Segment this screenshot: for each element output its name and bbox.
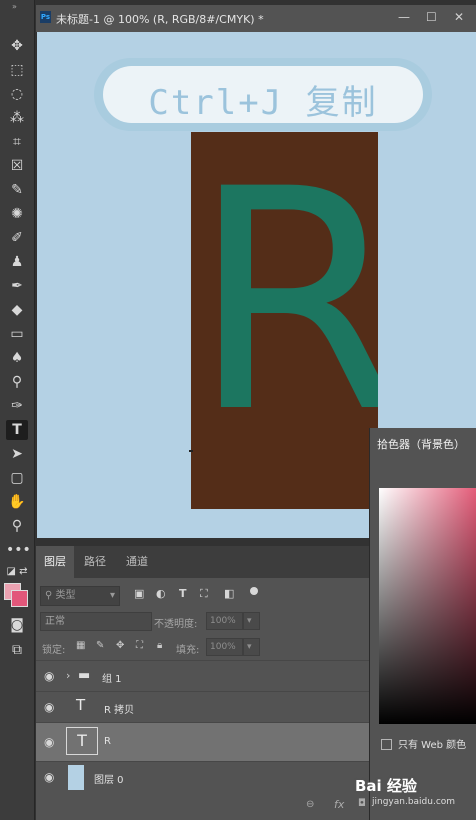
dialog-title: 拾色器（背景色） — [377, 438, 465, 451]
fill-dropdown-icon[interactable]: ▾ — [243, 638, 260, 656]
healing-brush-tool-icon[interactable]: ✺ — [6, 204, 28, 224]
document-tab-title[interactable]: 未标题-1 @ 100% (R, RGB/8#/CMYK) * — [56, 11, 264, 27]
text-cursor — [189, 450, 193, 452]
color-field[interactable] — [379, 488, 476, 724]
filter-shape-icon[interactable]: ⛶ — [200, 587, 208, 601]
brown-rectangle: R — [191, 132, 378, 509]
collapse-toolbar-icon[interactable]: » — [12, 2, 17, 11]
web-colors-checkbox[interactable] — [381, 739, 392, 750]
quick-mask-icon[interactable]: ◙ — [6, 615, 28, 635]
eye-icon[interactable]: ◉ — [44, 700, 54, 714]
banner-text: Ctrl+J 复制 — [148, 83, 378, 123]
eye-icon[interactable]: ◉ — [44, 735, 54, 749]
close-icon[interactable]: ✕ — [454, 10, 464, 24]
layer-thumbnail — [68, 765, 84, 790]
tab-paths[interactable]: 路径 — [76, 546, 114, 578]
brush-tool-icon[interactable]: ✐ — [6, 228, 28, 248]
filter-toggle-icon[interactable] — [250, 587, 258, 595]
opacity-input[interactable]: 100% — [206, 612, 243, 630]
gradient-tool-icon[interactable]: ▭ — [6, 324, 28, 344]
filter-smart-object-icon[interactable]: ◧ — [224, 587, 234, 600]
filter-pixel-icon[interactable]: ▣ — [134, 587, 144, 600]
watermark-url: jingyan.baidu.com — [372, 797, 456, 807]
zoom-tool-icon[interactable]: ⚲ — [6, 516, 28, 536]
marquee-tool-icon[interactable]: ⬚ — [6, 60, 28, 80]
layer-name[interactable]: R — [104, 736, 111, 747]
lock-position-icon[interactable]: ✥ — [116, 640, 124, 651]
more-tools-icon[interactable]: ••• — [6, 540, 31, 560]
dodge-tool-icon[interactable]: ⚲ — [6, 372, 28, 392]
chevron-right-icon[interactable]: › — [66, 669, 70, 682]
lock-artboard-icon[interactable]: ⛶ — [136, 640, 143, 651]
layer-name[interactable]: R 拷贝 — [104, 701, 134, 716]
eraser-tool-icon[interactable]: ◆ — [6, 300, 28, 320]
banner-pill: Ctrl+J 复制 — [103, 66, 423, 123]
magic-wand-tool-icon[interactable]: ⁂ — [6, 108, 28, 128]
layer-filter-select[interactable]: ⚲ 类型 ▾ — [40, 586, 120, 606]
crop-tool-icon[interactable]: ⌗ — [6, 132, 28, 152]
screen-mode-icon[interactable]: ⧉ — [6, 640, 28, 660]
background-color-swatch[interactable] — [11, 590, 28, 607]
link-icon[interactable]: ⊖ — [306, 799, 314, 810]
tab-layers[interactable]: 图层 — [36, 546, 74, 578]
eyedropper-tool-icon[interactable]: ✎ — [6, 180, 28, 200]
path-selection-tool-icon[interactable]: ➤ — [6, 444, 28, 464]
move-tool-icon[interactable]: ✥ — [6, 36, 28, 56]
photoshop-doc-icon: Ps — [40, 11, 51, 23]
fx-icon[interactable]: fx — [334, 798, 344, 811]
document-tab-bar: Ps 未标题-1 @ 100% (R, RGB/8#/CMYK) * — ☐ ✕ — [36, 5, 476, 32]
color-picker-dialog: 拾色器（背景色） 只有 Web 颜色 — [369, 428, 476, 820]
lock-image-icon[interactable]: ✎ — [96, 640, 104, 651]
filter-type-icon[interactable]: T — [179, 587, 187, 600]
filter-select-value: 类型 — [55, 590, 76, 601]
layer-name[interactable]: 组 1 — [102, 670, 122, 685]
opacity-dropdown-icon[interactable]: ▾ — [243, 612, 260, 630]
mask-icon[interactable]: ◘ — [358, 798, 366, 809]
lasso-tool-icon[interactable]: ◌ — [6, 84, 28, 104]
eye-icon[interactable]: ◉ — [44, 770, 54, 784]
search-icon: ⚲ — [45, 590, 56, 601]
fill-label: 填充: — [176, 645, 200, 656]
filter-adjustment-icon[interactable]: ◐ — [156, 587, 166, 600]
minimize-icon[interactable]: — — [398, 10, 410, 24]
stamp-tool-icon[interactable]: ♟ — [6, 252, 28, 272]
text-layer-letter: R — [191, 132, 378, 479]
history-brush-tool-icon[interactable]: ✒ — [6, 276, 28, 296]
watermark-logo: Bai 经验 — [355, 777, 417, 795]
folder-icon: ▬ — [78, 668, 91, 683]
type-tool-icon[interactable]: T — [6, 420, 28, 440]
tools-panel: » ✥ ⬚ ◌ ⁂ ⌗ ☒ ✎ ✺ ✐ ♟ ✒ ◆ ▭ ♠ ⚲ ✑ T ➤ ▢ … — [0, 0, 35, 820]
maximize-icon[interactable]: ☐ — [426, 10, 437, 24]
tab-channels[interactable]: 通道 — [118, 546, 156, 578]
lock-all-icon[interactable]: 🔒︎ — [157, 640, 162, 651]
hand-tool-icon[interactable]: ✋ — [6, 492, 28, 512]
lock-transparent-icon[interactable]: ▦ — [76, 640, 85, 651]
eye-icon[interactable]: ◉ — [44, 669, 54, 683]
frame-tool-icon[interactable]: ☒ — [6, 156, 28, 176]
lock-label: 锁定: — [42, 645, 66, 656]
blend-mode-select[interactable]: 正常 — [40, 612, 152, 631]
blend-mode-value: 正常 — [45, 616, 65, 627]
text-layer-icon: T — [66, 727, 98, 755]
blur-tool-icon[interactable]: ♠ — [6, 348, 28, 368]
swap-colors-icon[interactable]: ◪ ⇄ — [6, 562, 28, 582]
chevron-down-icon: ▾ — [109, 590, 115, 601]
rectangle-tool-icon[interactable]: ▢ — [6, 468, 28, 488]
layer-name[interactable]: 图层 0 — [94, 771, 124, 786]
fill-input[interactable]: 100% — [206, 638, 243, 656]
text-layer-icon: T — [76, 696, 86, 714]
pen-tool-icon[interactable]: ✑ — [6, 396, 28, 416]
opacity-label: 不透明度: — [154, 619, 198, 630]
web-colors-label: 只有 Web 颜色 — [398, 740, 467, 751]
